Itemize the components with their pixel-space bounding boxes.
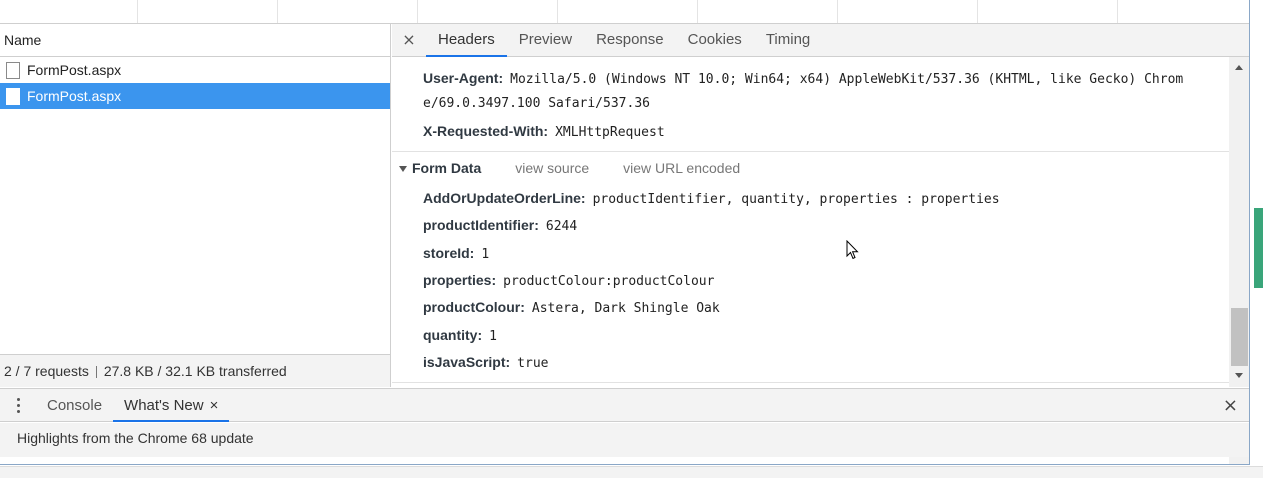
tab-timing[interactable]: Timing	[754, 24, 822, 56]
form-field-value: 1	[489, 329, 497, 344]
mouse-pointer-icon	[846, 240, 859, 260]
form-field-key: AddOrUpdateOrderLine:	[423, 190, 586, 206]
whats-new-content: Highlights from the Chrome 68 update	[0, 423, 1249, 457]
form-field-value: productColour:productColour	[503, 274, 715, 289]
overview-gridline	[557, 0, 558, 23]
overview-gridline	[977, 0, 978, 23]
view-source-toggle[interactable]: view source	[515, 160, 589, 176]
form-field-row: productColour: Astera, Dark Shingle Oak	[423, 299, 720, 316]
form-field-key: isJavaScript:	[423, 354, 511, 370]
close-tab-icon[interactable]: ×	[210, 397, 219, 414]
network-overview-strip[interactable]	[0, 0, 1249, 24]
detail-scrollbar[interactable]	[1229, 57, 1249, 387]
overview-gridline	[277, 0, 278, 23]
request-row[interactable]: FormPost.aspx	[0, 57, 390, 83]
overview-gridline	[837, 0, 838, 23]
page-background-bottom	[0, 466, 1263, 478]
view-url-encoded-toggle[interactable]: view URL encoded	[623, 160, 740, 176]
form-field-value: true	[517, 356, 549, 371]
devtools-window: Name FormPost.aspx FormPost.aspx 2 / 7 r…	[0, 0, 1250, 465]
header-key: User-Agent:	[423, 70, 504, 86]
close-icon[interactable]: ×	[392, 24, 426, 56]
detail-tab-bar: × Headers Preview Response Cookies Timin…	[392, 24, 1249, 57]
summary-separator	[95, 366, 97, 379]
overview-gridline	[1117, 0, 1118, 23]
tab-cookies[interactable]: Cookies	[676, 24, 754, 56]
tab-label: What's New	[124, 397, 204, 414]
form-field-row: AddOrUpdateOrderLine: productIdentifier, …	[423, 190, 1000, 207]
overview-gridline	[137, 0, 138, 23]
form-field-row: productIdentifier: 6244	[423, 217, 577, 234]
form-field-key: properties:	[423, 272, 497, 288]
drawer-tab-bar: Console What's New × ×	[0, 388, 1249, 422]
header-row-user-agent-cont: e/69.0.3497.100 Safari/537.36	[423, 96, 650, 111]
section-divider	[392, 382, 1230, 383]
request-count: 2 / 7 requests	[4, 363, 89, 379]
request-list-pane: Name FormPost.aspx FormPost.aspx 2 / 7 r…	[0, 24, 391, 387]
tab-headers[interactable]: Headers	[426, 24, 507, 57]
request-detail-pane: × Headers Preview Response Cookies Timin…	[392, 24, 1249, 387]
tab-preview[interactable]: Preview	[507, 24, 584, 56]
request-name: FormPost.aspx	[27, 88, 122, 104]
page-accent-strip	[1254, 208, 1263, 288]
header-key: X-Requested-With:	[423, 123, 549, 139]
header-row-x-requested-with: X-Requested-With: XMLHttpRequest	[423, 123, 665, 140]
form-field-key: storeId:	[423, 245, 475, 261]
overview-gridline	[417, 0, 418, 23]
tab-whats-new[interactable]: What's New ×	[113, 389, 230, 422]
header-value-continued: e/69.0.3497.100 Safari/537.36	[423, 96, 650, 111]
tab-response[interactable]: Response	[584, 24, 676, 56]
form-field-key: productIdentifier:	[423, 217, 539, 233]
request-name: FormPost.aspx	[27, 62, 122, 78]
scroll-down-arrow-icon[interactable]	[1235, 373, 1243, 378]
form-field-key: quantity:	[423, 327, 483, 343]
section-divider	[392, 151, 1230, 152]
kebab-menu-icon[interactable]	[0, 389, 36, 421]
network-summary-bar: 2 / 7 requests 27.8 KB / 32.1 KB transfer…	[0, 354, 390, 387]
form-field-row: quantity: 1	[423, 327, 497, 344]
form-field-value: productIdentifier, quantity, properties …	[592, 192, 1000, 207]
form-data-section-header[interactable]: Form Data view source view URL encoded	[399, 160, 740, 176]
form-data-title: Form Data	[412, 160, 482, 176]
request-row-selected[interactable]: FormPost.aspx	[0, 83, 390, 109]
header-value: XMLHttpRequest	[555, 125, 665, 140]
form-field-value: 1	[481, 247, 490, 262]
header-value: Mozilla/5.0 (Windows NT 10.0; Win64; x64…	[510, 72, 1184, 87]
close-drawer-icon[interactable]: ×	[1223, 389, 1238, 422]
expand-triangle-icon[interactable]	[399, 166, 407, 173]
tab-label: Console	[47, 397, 103, 414]
form-field-key: productColour:	[423, 299, 525, 315]
form-field-row: storeId: 1	[423, 245, 489, 262]
form-field-value: Astera, Dark Shingle Oak	[531, 301, 720, 316]
overview-gridline	[697, 0, 698, 23]
tab-console[interactable]: Console	[36, 389, 113, 421]
name-column-header[interactable]: Name	[0, 24, 390, 57]
headers-content: User-Agent: Mozilla/5.0 (Windows NT 10.0;…	[392, 58, 1230, 387]
form-field-row: properties: productColour:productColour	[423, 272, 714, 289]
header-row-user-agent: User-Agent: Mozilla/5.0 (Windows NT 10.0;…	[423, 70, 1183, 87]
form-field-value: 6244	[545, 219, 578, 234]
drawer-scrollbar[interactable]	[1229, 457, 1249, 464]
file-icon	[6, 87, 20, 105]
form-field-row: isJavaScript: true	[423, 354, 548, 371]
transfer-size: 27.8 KB / 32.1 KB transferred	[103, 363, 287, 379]
file-icon	[6, 61, 20, 79]
scroll-up-arrow-icon[interactable]	[1235, 65, 1243, 70]
scrollbar-thumb[interactable]	[1231, 308, 1248, 366]
